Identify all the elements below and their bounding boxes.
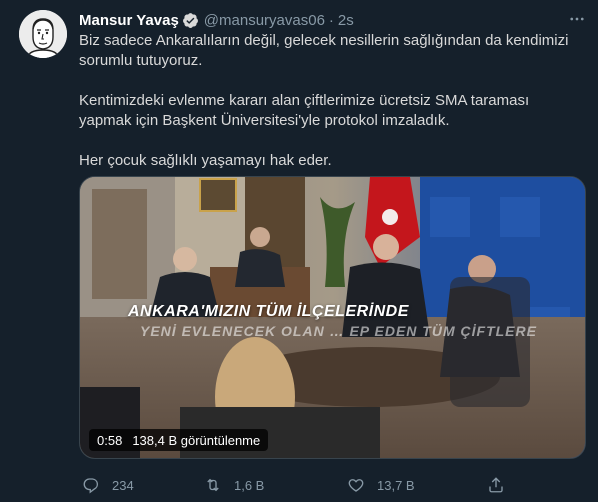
retweet-icon bbox=[207, 478, 219, 492]
more-icon[interactable] bbox=[566, 8, 588, 30]
video-overlay-subtitle: YENİ EVLENECEK OLAN … EP EDEN TÜM ÇİFTLE… bbox=[140, 323, 537, 339]
tweet-paragraph: Her çocuk sağlıklı yaşamayı hak eder. bbox=[79, 152, 332, 169]
avatar[interactable] bbox=[19, 10, 67, 58]
tweet-header: Mansur Yavaş @mansuryavas06 · 2s bbox=[79, 10, 354, 30]
share-button[interactable] bbox=[487, 474, 505, 496]
author-handle[interactable]: @mansuryavas06 bbox=[204, 12, 325, 29]
like-count: 13,7 B bbox=[377, 477, 415, 493]
retweet-count: 1,6 B bbox=[234, 477, 265, 493]
tweet-timestamp[interactable]: 2s bbox=[338, 12, 354, 29]
video-overlay-title: ANKARA'MIZIN TÜM İLÇELERİNDE bbox=[128, 303, 409, 320]
separator-dot: · bbox=[328, 11, 334, 29]
like-button[interactable]: 13,7 B bbox=[347, 474, 415, 496]
author-name[interactable]: Mansur Yavaş bbox=[79, 12, 179, 29]
tweet[interactable]: Mansur Yavaş @mansuryavas06 · 2s Biz sad… bbox=[0, 0, 598, 502]
retweet-button[interactable]: 1,6 B bbox=[204, 474, 264, 496]
video-info-badge: 0:58 138,4 B görüntülenme bbox=[89, 429, 269, 451]
reply-count: 234 bbox=[112, 477, 134, 493]
like-icon bbox=[348, 479, 364, 492]
tweet-text: Biz sadece Ankaralıların değil, gelecek … bbox=[79, 31, 579, 171]
tweet-paragraph: Kentimizdeki evlenme kararı alan çiftler… bbox=[79, 92, 530, 129]
tweet-actions: 234 1,6 B 13,7 B bbox=[79, 474, 519, 496]
reply-icon bbox=[83, 478, 98, 494]
video-duration: 0:58 bbox=[97, 432, 123, 448]
reply-button[interactable]: 234 bbox=[82, 474, 134, 496]
video-view-count: 138,4 B görüntülenme bbox=[132, 432, 261, 448]
verified-badge-icon bbox=[182, 12, 198, 28]
share-icon bbox=[489, 477, 503, 493]
video-player[interactable]: ANKARA'MIZIN TÜM İLÇELERİNDE YENİ EVLENE… bbox=[79, 176, 586, 459]
tweet-paragraph: Biz sadece Ankaralıların değil, gelecek … bbox=[79, 32, 569, 69]
